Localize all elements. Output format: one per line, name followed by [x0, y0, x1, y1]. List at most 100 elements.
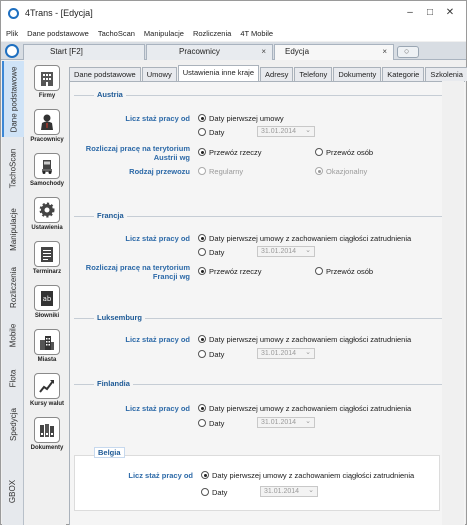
new-tab-button[interactable]: ○	[397, 46, 419, 58]
vnav-tachoscan[interactable]: TachoScan	[2, 141, 24, 195]
vnav-rozliczenia[interactable]: Rozliczenia	[2, 261, 24, 313]
menu-rozliczenia[interactable]: Rozliczenia	[188, 27, 235, 41]
menu-dane-podstawowe[interactable]: Dane podstawowe	[22, 27, 93, 41]
belgia-staz-umowa-radio[interactable]	[201, 471, 209, 479]
tab-pracownicy-close-icon[interactable]: ×	[261, 45, 266, 59]
vnav-mobile[interactable]: Mobile	[2, 315, 24, 355]
tab-dokumenty[interactable]: Dokumenty	[333, 67, 382, 81]
tab-pracownicy[interactable]: Pracownicy ×	[146, 44, 273, 60]
austria-staz-daty-radio[interactable]	[198, 128, 206, 136]
truck-icon	[34, 153, 60, 179]
vnav-spedycja-label: Spedycja	[8, 407, 18, 441]
home-logo-icon[interactable]	[5, 44, 19, 58]
chevron-down-icon: ⌄	[305, 418, 311, 425]
finlandia-staz-daty-radio[interactable]	[198, 419, 206, 427]
terminarz-button[interactable]: Terminarz	[28, 241, 66, 291]
francja-date-value: 31.01.2014	[261, 248, 297, 255]
ustawienia-button[interactable]: Ustawienia	[28, 197, 66, 247]
miasta-label: Miasta	[37, 357, 57, 363]
luksemburg-staz-daty-radio[interactable]	[198, 350, 206, 358]
belgia-staz-umowa-label: Daty pierwszej umowy z zachowaniem ciągł…	[212, 471, 415, 480]
vnav-spedycja[interactable]: Spedycja	[2, 401, 24, 447]
pracownicy-label: Pracownicy	[30, 137, 64, 143]
belgia-date-field[interactable]: 31.01.2014 ⌄	[260, 486, 318, 497]
vertical-nav: Dane podstawowe TachoScan Manipulacje Ro…	[2, 61, 24, 525]
francja-staz-daty-radio[interactable]	[198, 248, 206, 256]
finlandia-staz-umowa-label: Daty pierwszej umowy z zachowaniem ciągł…	[209, 404, 412, 413]
app-window: 4Trans - [Edycja] – □ ✕ Plik Dane podsta…	[0, 0, 467, 525]
finlandia-date-field[interactable]: 31.01.2014 ⌄	[257, 417, 315, 428]
francja-staz-label: Licz staż pracy od	[125, 234, 190, 243]
gear-icon	[34, 197, 60, 223]
francja-staz-umowa-label: Daty pierwszej umowy z zachowaniem ciągł…	[209, 234, 412, 243]
menu-plik[interactable]: Plik	[1, 27, 22, 41]
tab-kategorie[interactable]: Kategorie	[382, 67, 425, 81]
austria-staz-umowa-label: Daty pierwszej umowy	[209, 114, 284, 123]
vnav-manipulacje[interactable]: Manipulacje	[2, 199, 24, 259]
francja-rozliczaj-label: Rozliczaj pracę na terytorium Francji wg	[85, 263, 190, 281]
building-icon	[34, 65, 60, 91]
title-bar: 4Trans - [Edycja] – □ ✕	[1, 1, 466, 27]
tab-edycja-close-icon[interactable]: ×	[382, 45, 387, 59]
maximize-button[interactable]: □	[422, 6, 438, 20]
tab-ustawienia-inne-kraje[interactable]: Ustawienia inne kraje	[177, 65, 260, 81]
section-belgia	[74, 455, 440, 511]
vnav-tachoscan-label: TachoScan	[8, 148, 18, 188]
firmy-button[interactable]: Firmy	[28, 65, 66, 115]
tab-dane-podstawowe[interactable]: Dane podstawowe	[69, 67, 141, 81]
pracownicy-button[interactable]: Pracownicy	[28, 109, 66, 159]
tab-adresy[interactable]: Adresy	[260, 67, 294, 81]
austria-przewoz-rzeczy-radio[interactable]	[198, 148, 206, 156]
menu-tachoscan[interactable]: TachoScan	[93, 27, 139, 41]
miasta-button[interactable]: Miasta	[28, 329, 66, 379]
chart-icon	[34, 373, 60, 399]
austria-rodzaj-label: Rodzaj przewozu	[129, 167, 190, 176]
vertical-scrollbar[interactable]	[442, 81, 464, 525]
luksemburg-staz-umowa-radio[interactable]	[198, 335, 206, 343]
svg-text:ab: ab	[43, 295, 52, 303]
austria-date-field[interactable]: 31.01.2014 ⌄	[257, 126, 315, 137]
austria-regularny-radio[interactable]	[198, 167, 206, 175]
document-tab-strip: Start [F2] Pracownicy × Edycja × ○	[1, 42, 466, 60]
menu-4t-mobile[interactable]: 4T Mobile	[235, 27, 277, 41]
francja-staz-umowa-radio[interactable]	[198, 234, 206, 242]
menu-manipulacje[interactable]: Manipulacje	[139, 27, 188, 41]
chevron-down-icon: ⌄	[305, 349, 311, 356]
kursy-walut-button[interactable]: Kursy walut	[28, 373, 66, 423]
finlandia-staz-label: Licz staż pracy od	[125, 404, 190, 413]
terminarz-label: Terminarz	[32, 269, 62, 275]
belgia-staz-daty-radio[interactable]	[201, 488, 209, 496]
vnav-dane-podstawowe[interactable]: Dane podstawowe	[2, 61, 24, 137]
vnav-mobile-label: Mobile	[8, 323, 18, 347]
tab-start[interactable]: Start [F2]	[23, 44, 145, 60]
austria-przewoz-rzeczy-label: Przewóz rzeczy	[209, 148, 262, 157]
tab-szkolenia[interactable]: Szkolenia	[425, 67, 467, 81]
vnav-dane-podstawowe-label: Dane podstawowe	[9, 66, 19, 132]
francja-przewoz-rzeczy-radio[interactable]	[198, 267, 206, 275]
samochody-button[interactable]: Samochody	[28, 153, 66, 203]
luksemburg-date-field[interactable]: 31.01.2014 ⌄	[257, 348, 315, 359]
section-luksemburg-title: Luksemburg	[94, 313, 146, 322]
minimize-button[interactable]: –	[402, 6, 418, 20]
francja-date-field[interactable]: 31.01.2014 ⌄	[257, 246, 315, 257]
vnav-gbox[interactable]: GBOX	[2, 471, 24, 511]
dokumenty-button[interactable]: Dokumenty	[28, 417, 66, 467]
slowniki-button[interactable]: ab Słowniki	[28, 285, 66, 335]
tab-telefony[interactable]: Telefony	[294, 67, 333, 81]
tab-edycja[interactable]: Edycja ×	[274, 44, 394, 60]
section-austria-title: Austria	[94, 90, 126, 99]
close-button[interactable]: ✕	[442, 6, 458, 20]
tab-umowy[interactable]: Umowy	[141, 67, 177, 81]
austria-przewoz-osob-radio[interactable]	[315, 148, 323, 156]
documents-icon	[34, 417, 60, 443]
section-finlandia-title: Finlandia	[94, 379, 133, 388]
vnav-flota[interactable]: Flota	[2, 361, 24, 395]
finlandia-staz-umowa-radio[interactable]	[198, 404, 206, 412]
vnav-flota-label: Flota	[8, 369, 18, 387]
austria-okazjonalny-radio[interactable]	[315, 167, 323, 175]
austria-staz-umowa-radio[interactable]	[198, 114, 206, 122]
module-icon-column: Firmy Pracownicy Samochody Ustawienia Te…	[24, 61, 66, 525]
francja-przewoz-osob-radio[interactable]	[315, 267, 323, 275]
vnav-rozliczenia-label: Rozliczenia	[8, 266, 18, 308]
luksemburg-staz-daty-label: Daty	[209, 350, 225, 359]
